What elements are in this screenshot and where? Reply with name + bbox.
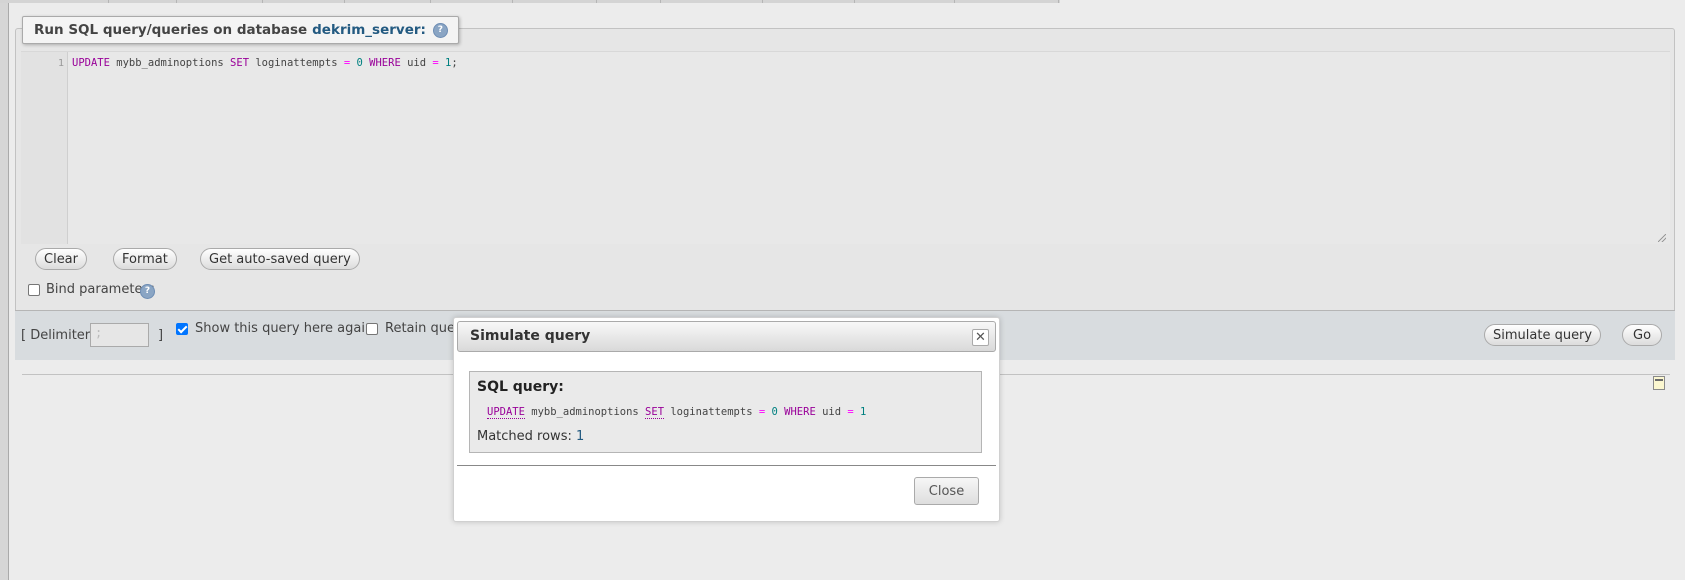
notepad-icon[interactable] xyxy=(1653,376,1665,390)
help-icon[interactable]: ? xyxy=(432,22,448,38)
auto-saved-query-button[interactable]: Get auto-saved query xyxy=(200,248,360,270)
matched-rows-value: 1 xyxy=(576,429,585,444)
bind-parameters-label: Bind parameters xyxy=(46,282,155,297)
sql-text: loginattempts xyxy=(249,57,344,69)
matched-rows: Matched rows: 1 xyxy=(477,429,584,444)
matched-rows-label: Matched rows: xyxy=(477,429,572,444)
top-tab-strip xyxy=(0,0,1060,3)
show-query-again-checkbox[interactable] xyxy=(176,323,188,335)
sql-text: mybb_adminoptions xyxy=(524,406,646,418)
simulate-query-dialog: Simulate query ✕ SQL query: UPDATE mybb_… xyxy=(453,317,1000,522)
retain-query-label: Retain quer xyxy=(385,321,461,336)
sql-text: mybb_adminoptions xyxy=(109,57,231,69)
delimiter-label: [ Delimiter xyxy=(21,328,91,343)
go-button[interactable]: Go xyxy=(1622,324,1663,346)
delimiter-close-bracket: ] xyxy=(158,328,164,343)
sql-panel-legend: Run SQL query/queries on database dekrim… xyxy=(22,16,459,44)
sql-keyword: UPDATE xyxy=(72,57,110,69)
sql-code-line[interactable]: UPDATE mybb_adminoptions SET loginattemp… xyxy=(72,57,458,69)
left-panel-edge xyxy=(0,0,9,580)
dialog-divider xyxy=(457,465,996,466)
sql-editor[interactable]: 1 UPDATE mybb_adminoptions SET loginatte… xyxy=(21,51,1670,244)
sql-keyword: WHERE xyxy=(784,406,816,418)
retain-query-checkbox[interactable] xyxy=(366,323,378,335)
sql-text: uid xyxy=(815,406,848,418)
delimiter-input[interactable]: ; xyxy=(90,323,149,347)
dialog-title: Simulate query xyxy=(470,328,591,344)
show-query-again-label: Show this query here again xyxy=(195,321,374,336)
legend-text: Run SQL query/queries on database xyxy=(34,22,308,38)
sql-keyword: WHERE xyxy=(369,57,401,69)
sql-keyword: SET xyxy=(230,57,250,69)
resize-grip-icon[interactable] xyxy=(1658,234,1666,242)
close-button[interactable]: Close xyxy=(914,477,979,505)
close-icon[interactable]: ✕ xyxy=(972,329,989,346)
bind-parameters-checkbox[interactable] xyxy=(28,284,40,296)
line-number: 1 xyxy=(57,58,64,69)
clear-button[interactable]: Clear xyxy=(35,248,87,270)
format-button[interactable]: Format xyxy=(113,248,177,270)
sql-keyword-link[interactable]: UPDATE xyxy=(487,406,525,419)
help-icon[interactable]: ? xyxy=(140,284,155,299)
sql-number: 1 xyxy=(860,406,867,418)
sql-query-text: UPDATE mybb_adminoptions SET loginattemp… xyxy=(487,406,867,419)
dialog-titlebar[interactable]: Simulate query ✕ xyxy=(457,321,996,352)
database-name-link[interactable]: dekrim_server: xyxy=(312,22,426,38)
sql-result-box: SQL query: UPDATE mybb_adminoptions SET … xyxy=(469,371,982,453)
sql-text: uid xyxy=(400,57,433,69)
sql-text: ; xyxy=(451,57,458,69)
line-number-gutter: 1 xyxy=(21,52,68,244)
sql-keyword-link[interactable]: SET xyxy=(645,406,665,419)
sql-text: loginattempts xyxy=(664,406,759,418)
sql-query-heading: SQL query: xyxy=(477,379,564,395)
simulate-query-button[interactable]: Simulate query xyxy=(1484,324,1602,346)
